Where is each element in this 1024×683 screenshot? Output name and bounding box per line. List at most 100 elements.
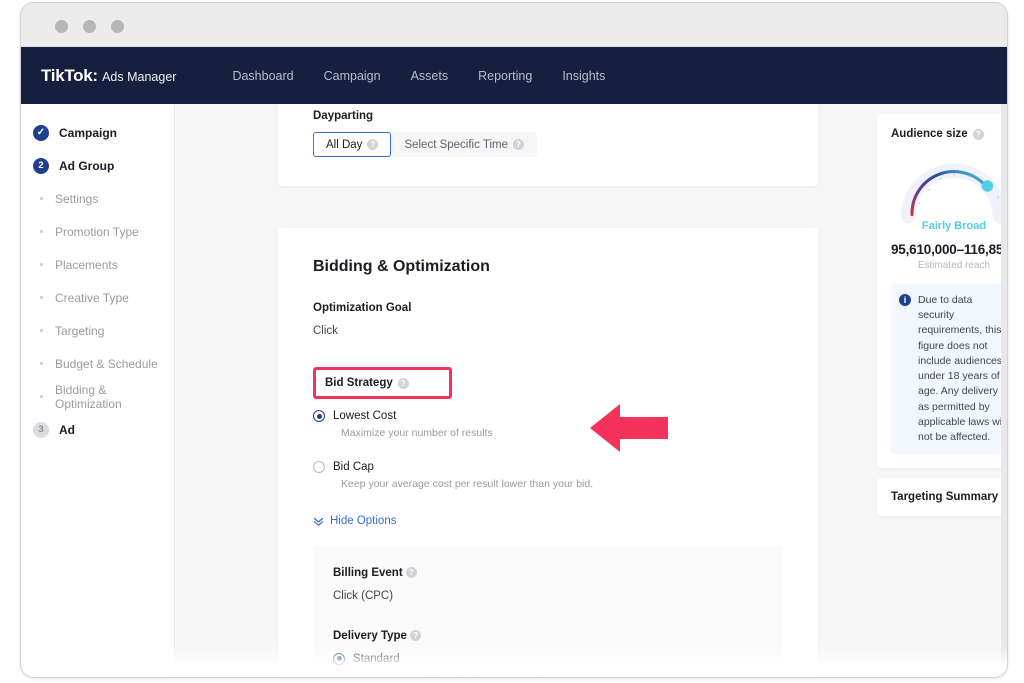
sidebar-item-label: Placements xyxy=(55,257,118,272)
billing-event-value: Click (CPC) xyxy=(333,589,394,602)
bid-strategy-label-highlight: Bid Strategy ? xyxy=(313,367,452,399)
bid-strategy-option-bid-cap[interactable]: Bid Cap xyxy=(313,461,783,473)
right-summary-panel: Audience size ? Fairly Broad 95,610,000–… xyxy=(855,104,1007,677)
bullet-icon xyxy=(40,263,43,266)
delivery-type-label: Delivery Type xyxy=(333,629,407,642)
delivery-option-standard[interactable]: Standard xyxy=(333,652,763,665)
minimize-window-icon[interactable] xyxy=(83,20,96,33)
help-icon[interactable]: ? xyxy=(405,566,417,578)
help-icon[interactable]: ? xyxy=(397,377,409,389)
estimated-reach-value: 95,610,000–116,858,0 xyxy=(891,242,1007,257)
sidebar-step-label: Ad xyxy=(59,422,75,437)
dayparting-option-label: Select Specific Time xyxy=(404,138,508,151)
sidebar-step-label: Ad Group xyxy=(59,158,115,173)
gauge-arc-icon xyxy=(901,163,1007,224)
bidding-optimization-card: Bidding & Optimization Optimization Goal… xyxy=(278,228,818,678)
sidebar-item-bidding-optimization[interactable]: Bidding & Optimization xyxy=(21,380,174,413)
radio-button[interactable] xyxy=(333,652,345,665)
dayparting-option-specific-time[interactable]: Select Specific Time ? xyxy=(391,132,537,157)
page-viewport: TikTok : Ads Manager Dashboard Campaign … xyxy=(21,47,1007,678)
sidebar-step-ad[interactable]: 3 Ad xyxy=(21,413,174,446)
bullet-icon xyxy=(40,230,43,233)
advanced-options-panel: Billing Event ? Click (CPC) Delivery Typ… xyxy=(313,545,783,678)
bid-strategy-options: Lowest Cost Maximize your number of resu… xyxy=(313,410,783,490)
billing-event-label: Billing Event xyxy=(333,566,403,579)
sidebar-step-ad-group[interactable]: 2 Ad Group xyxy=(21,149,174,182)
help-icon[interactable]: ? xyxy=(972,128,984,140)
sidebar-item-label: Bidding & Optimization xyxy=(55,382,122,411)
audience-size-card: Audience size ? Fairly Broad 95,610,000–… xyxy=(877,114,1007,469)
page-body: ✓ Campaign 2 Ad Group Settings Promotion… xyxy=(21,104,1007,678)
section-title: Bidding & Optimization xyxy=(313,258,490,275)
billing-event-group: Billing Event ? Click (CPC) xyxy=(333,567,763,602)
notice-text: Due to data security requirements, this … xyxy=(918,294,1007,443)
brand-colon: : xyxy=(92,65,99,85)
campaign-steps-sidebar: ✓ Campaign 2 Ad Group Settings Promotion… xyxy=(21,104,175,677)
sidebar-item-label: Promotion Type xyxy=(55,224,139,239)
nav-link-dashboard[interactable]: Dashboard xyxy=(232,69,293,83)
bid-strategy-option-lowest-cost[interactable]: Lowest Cost xyxy=(313,410,783,422)
sidebar-item-budget-schedule[interactable]: Budget & Schedule xyxy=(21,347,174,380)
dayparting-toggle-group: All Day ? Select Specific Time ? xyxy=(313,132,537,157)
help-icon[interactable]: ? xyxy=(410,629,422,641)
option-help-text: Your budget will be distributed across t… xyxy=(361,674,763,678)
nav-link-campaign[interactable]: Campaign xyxy=(324,69,381,83)
check-icon: ✓ xyxy=(33,124,49,141)
sidebar-item-targeting[interactable]: Targeting xyxy=(21,314,174,347)
sidebar-item-label: Settings xyxy=(55,191,99,206)
option-help-text: Keep your average cost per result lower … xyxy=(341,478,594,490)
bullet-icon xyxy=(40,329,43,332)
billing-event-label-row: Billing Event ? xyxy=(333,567,763,579)
top-navigation-bar: TikTok : Ads Manager Dashboard Campaign … xyxy=(21,47,1007,104)
option-label: Bid Cap xyxy=(333,461,374,473)
option-label: Lowest Cost xyxy=(333,410,397,422)
help-icon[interactable]: ? xyxy=(367,139,379,150)
info-icon: i xyxy=(899,294,911,306)
audience-size-label: Audience size xyxy=(891,128,968,140)
optimization-goal-value: Click xyxy=(313,325,338,337)
sidebar-step-label: Campaign xyxy=(59,125,118,140)
sidebar-item-settings[interactable]: Settings xyxy=(21,182,174,215)
bullet-icon xyxy=(40,395,43,398)
step-number-badge: 3 xyxy=(33,421,49,438)
radio-button[interactable] xyxy=(313,410,325,422)
chevrons-down-icon xyxy=(313,517,324,526)
radio-button[interactable] xyxy=(313,461,325,473)
sidebar-item-label: Targeting xyxy=(55,323,105,338)
optimization-goal-label: Optimization Goal xyxy=(313,302,412,314)
dayparting-card: Dayparting All Day ? Select Specific Tim… xyxy=(278,104,818,186)
dayparting-label: Dayparting xyxy=(313,110,374,122)
targeting-summary-card[interactable]: Targeting Summary xyxy=(877,478,1007,517)
hide-options-label: Hide Options xyxy=(330,515,397,527)
bullet-icon xyxy=(40,296,43,299)
audience-size-header: Audience size ? xyxy=(891,128,1007,140)
sidebar-step-campaign[interactable]: ✓ Campaign xyxy=(21,116,174,149)
optimization-goal-group: Optimization Goal Click xyxy=(313,302,783,337)
sidebar-item-promotion-type[interactable]: Promotion Type xyxy=(21,215,174,248)
sidebar-item-creative-type[interactable]: Creative Type xyxy=(21,281,174,314)
brand-subtitle: Ads Manager xyxy=(102,69,177,84)
nav-link-reporting[interactable]: Reporting xyxy=(478,69,532,83)
audience-size-gauge xyxy=(891,146,1007,224)
sidebar-item-placements[interactable]: Placements xyxy=(21,248,174,281)
delivery-type-group: Delivery Type ? Standard Your budget wil… xyxy=(333,629,763,678)
close-window-icon[interactable] xyxy=(55,20,68,33)
dayparting-option-all-day[interactable]: All Day ? xyxy=(313,132,392,157)
option-help-text: Maximize your number of results xyxy=(341,427,493,439)
dayparting-option-label: All Day xyxy=(326,138,363,151)
hide-options-toggle[interactable]: Hide Options xyxy=(313,515,396,527)
bullet-icon xyxy=(40,362,43,365)
browser-window: TikTok : Ads Manager Dashboard Campaign … xyxy=(20,2,1008,678)
estimated-reach-caption: Estimated reach xyxy=(917,260,991,271)
maximize-window-icon[interactable] xyxy=(111,20,124,33)
help-icon[interactable]: ? xyxy=(512,139,524,150)
step-number-badge: 2 xyxy=(33,157,49,174)
brand-name: TikTok xyxy=(41,65,93,85)
tiktok-ads-manager-logo[interactable]: TikTok : Ads Manager xyxy=(41,66,176,86)
sidebar-item-label: Budget & Schedule xyxy=(55,356,158,371)
nav-link-assets[interactable]: Assets xyxy=(411,69,449,83)
page-scrollbar[interactable] xyxy=(1001,104,1007,677)
bullet-icon xyxy=(40,197,43,200)
option-label: Standard xyxy=(353,652,400,665)
nav-link-insights[interactable]: Insights xyxy=(562,69,605,83)
